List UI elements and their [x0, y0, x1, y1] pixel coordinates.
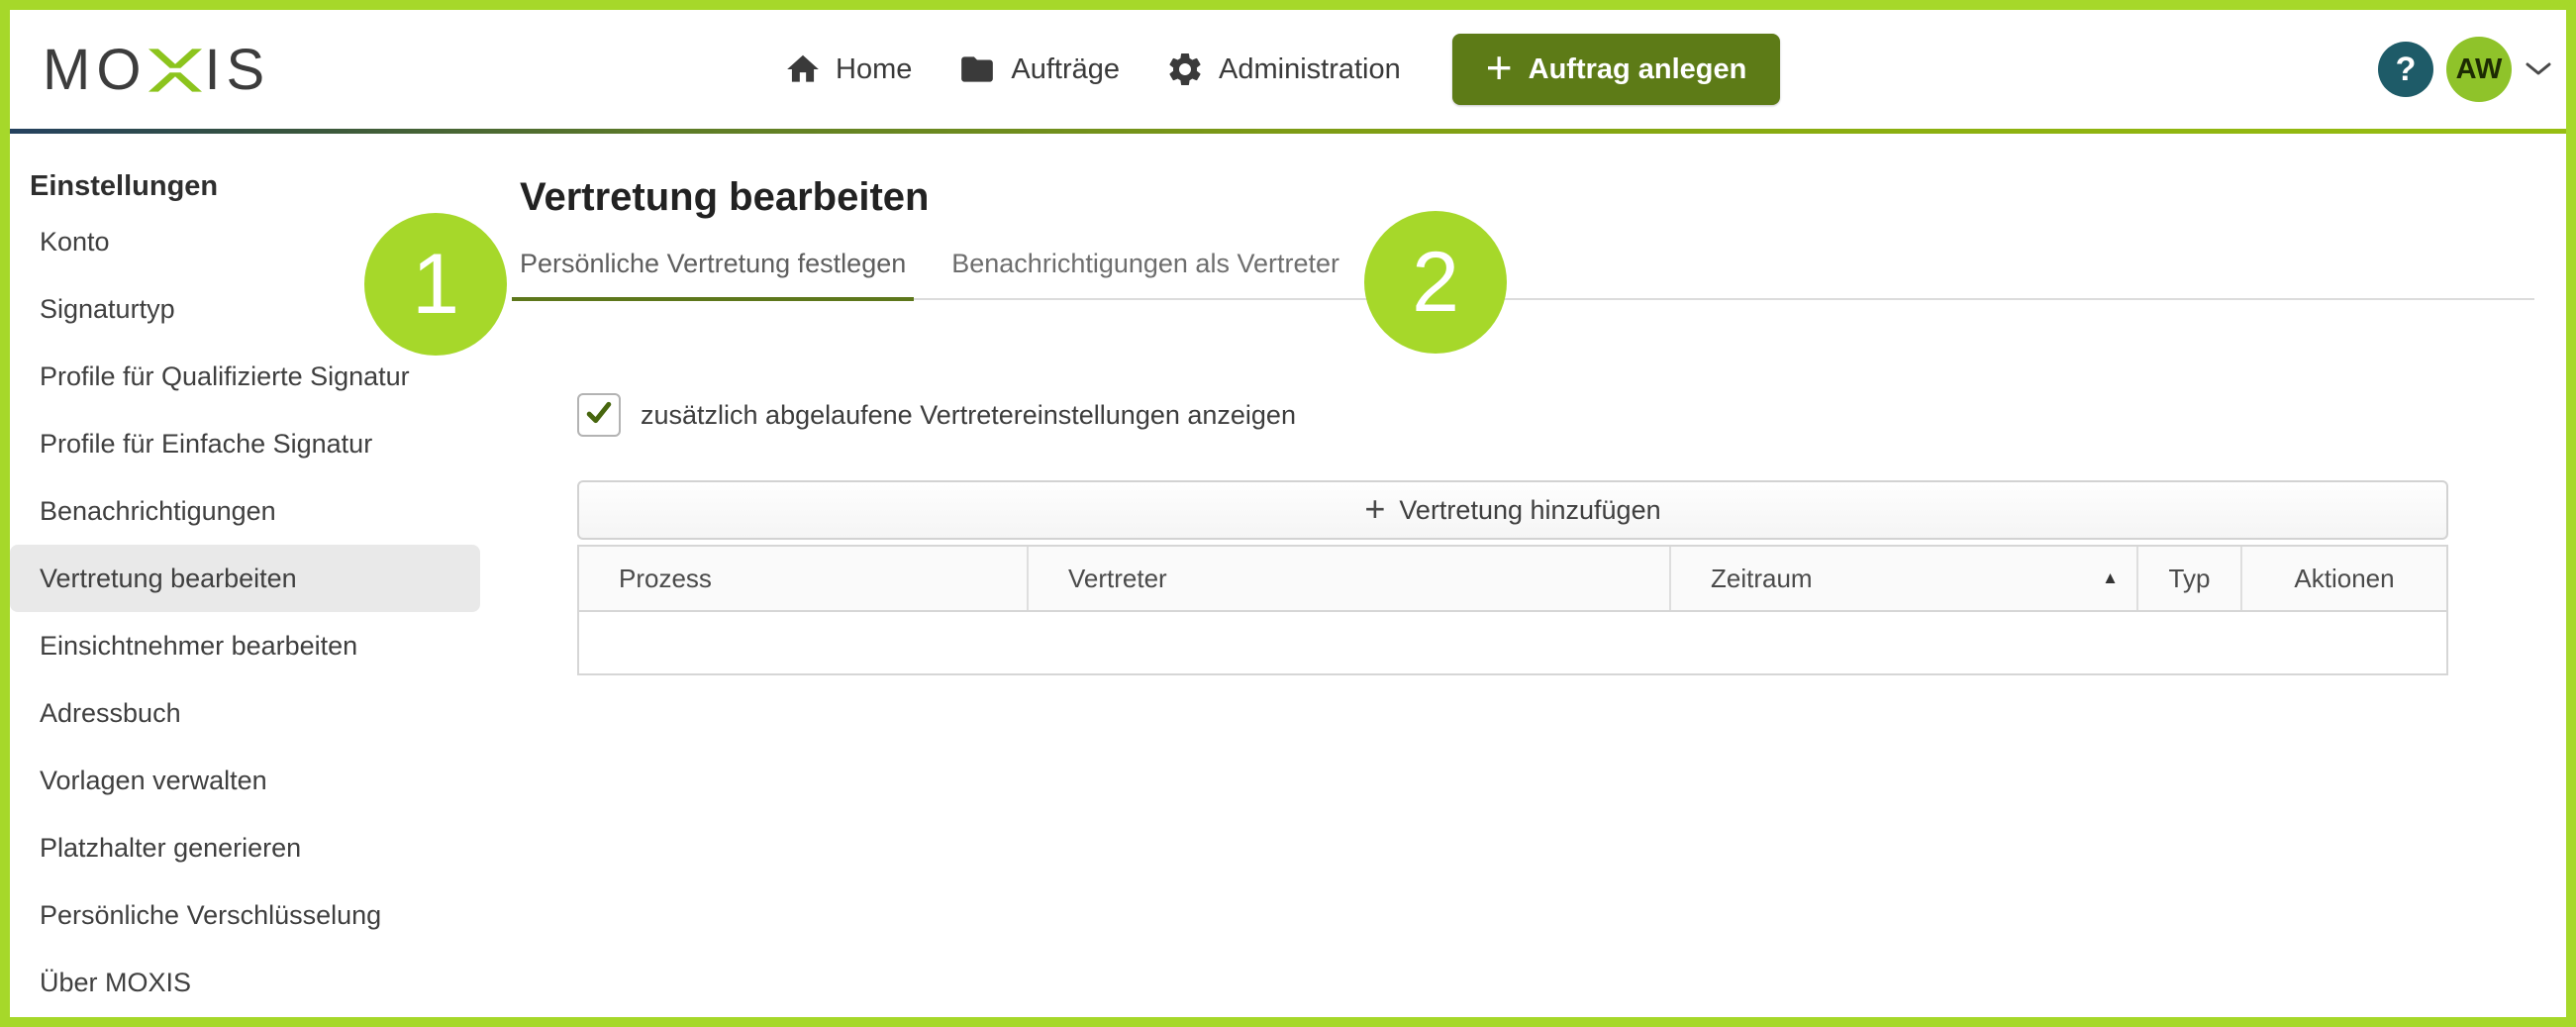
- create-order-button[interactable]: + Auftrag anlegen: [1452, 34, 1781, 105]
- sidebar-item-benachrichtigungen[interactable]: Benachrichtigungen: [10, 477, 480, 545]
- avatar-initials: AW: [2456, 53, 2503, 86]
- annotation-badge-2: 2: [1364, 211, 1507, 354]
- table-header-row: Prozess Vertreter Zeitraum ▲ Typ Aktione…: [579, 547, 2446, 612]
- sidebar-title: Einstellungen: [10, 164, 510, 208]
- add-substitution-button[interactable]: + Vertretung hinzufügen: [577, 480, 2448, 540]
- gear-icon: [1165, 50, 1205, 89]
- sort-ascending-icon[interactable]: ▲: [2102, 568, 2119, 588]
- folder-icon: [957, 51, 997, 88]
- nav-home-label: Home: [836, 53, 912, 86]
- column-header-zeitraum-label: Zeitraum: [1711, 564, 1813, 594]
- avatar[interactable]: AW: [2446, 37, 2512, 102]
- sidebar-item-persoenliche-verschluesselung[interactable]: Persönliche Verschlüsselung: [10, 881, 480, 949]
- screenshot-frame: MO IS Home: [0, 0, 2576, 1027]
- plus-icon: +: [1486, 45, 1513, 90]
- nav-auftraege-label: Aufträge: [1011, 53, 1120, 86]
- sidebar-item-vorlagen-verwalten[interactable]: Vorlagen verwalten: [10, 747, 480, 814]
- column-header-zeitraum[interactable]: Zeitraum ▲: [1671, 547, 2138, 610]
- substitution-table: Prozess Vertreter Zeitraum ▲ Typ Aktione…: [577, 545, 2448, 675]
- sidebar-item-adressbuch[interactable]: Adressbuch: [10, 679, 480, 747]
- annotation-badge-1: 1: [364, 213, 507, 356]
- table-empty-row: [579, 612, 2446, 673]
- logo-text-is: IS: [204, 37, 270, 103]
- checkmark-icon: [585, 401, 613, 430]
- chevron-down-icon[interactable]: [2525, 61, 2552, 77]
- sidebar-item-profile-einfache-signatur[interactable]: Profile für Einfache Signatur: [10, 410, 480, 477]
- moxis-x-icon: [149, 48, 202, 98]
- moxis-app: MO IS Home: [10, 10, 2566, 1017]
- sidebar-item-einsichtnehmer-bearbeiten[interactable]: Einsichtnehmer bearbeiten: [10, 612, 480, 679]
- top-header-bar: MO IS Home: [10, 10, 2566, 129]
- create-order-button-label: Auftrag anlegen: [1529, 53, 1747, 86]
- main-navigation: Home Aufträge Admi: [784, 10, 1780, 129]
- sidebar-item-ueber-moxis[interactable]: Über MOXIS: [10, 949, 480, 1016]
- column-header-aktionen[interactable]: Aktionen: [2242, 547, 2446, 610]
- sidebar-item-platzhalter-generieren[interactable]: Platzhalter generieren: [10, 814, 480, 881]
- tab-persoenliche-vertretung-festlegen[interactable]: Persönliche Vertretung festlegen: [512, 249, 914, 301]
- tab-benachrichtigungen-als-vertreter[interactable]: Benachrichtigungen als Vertreter: [943, 249, 1347, 301]
- column-header-typ[interactable]: Typ: [2138, 547, 2242, 610]
- nav-auftraege[interactable]: Aufträge: [957, 51, 1120, 88]
- sidebar-item-profile-qualifizierte-signatur[interactable]: Profile für Qualifizierte Signatur: [10, 343, 480, 410]
- tab-bar: Persönliche Vertretung festlegen Benachr…: [520, 249, 2534, 300]
- column-header-vertreter[interactable]: Vertreter: [1029, 547, 1671, 610]
- home-icon: [784, 51, 822, 88]
- logo-text-mo: MO: [43, 37, 147, 103]
- main-content: Vertretung bearbeiten Persönliche Vertre…: [520, 134, 2534, 675]
- page-title: Vertretung bearbeiten: [520, 171, 2534, 223]
- question-mark-icon: ?: [2396, 51, 2417, 89]
- add-substitution-button-label: Vertretung hinzufügen: [1399, 495, 1660, 526]
- expired-settings-checkbox-label[interactable]: zusätzlich abgelaufene Vertretereinstell…: [641, 400, 1296, 431]
- substitution-table-area: + Vertretung hinzufügen Prozess Vertrete…: [577, 480, 2448, 675]
- nav-home[interactable]: Home: [784, 51, 912, 88]
- plus-icon: +: [1364, 491, 1385, 527]
- moxis-logo[interactable]: MO IS: [43, 10, 270, 129]
- expired-settings-checkbox-row: zusätzlich abgelaufene Vertretereinstell…: [577, 393, 2534, 437]
- nav-administration[interactable]: Administration: [1165, 50, 1401, 89]
- header-right-cluster: ? AW: [2378, 10, 2552, 129]
- sidebar-item-vertretung-bearbeiten[interactable]: Vertretung bearbeiten: [10, 545, 480, 612]
- nav-administration-label: Administration: [1219, 53, 1401, 86]
- column-header-prozess[interactable]: Prozess: [579, 547, 1029, 610]
- help-button[interactable]: ?: [2378, 42, 2433, 97]
- expired-settings-checkbox[interactable]: [577, 393, 621, 437]
